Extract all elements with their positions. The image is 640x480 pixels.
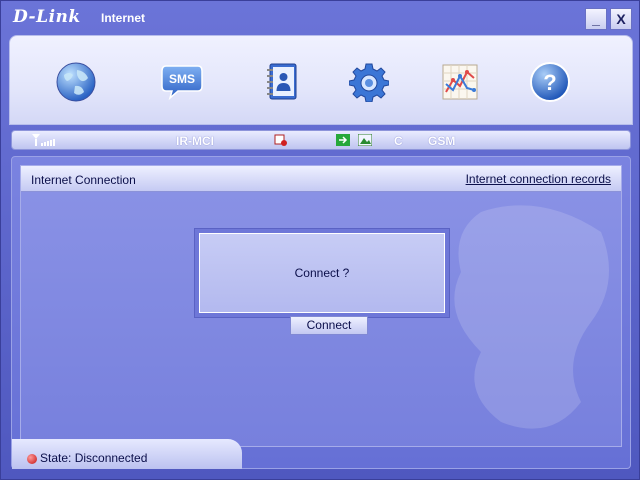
signal-strength-icon bbox=[32, 134, 55, 146]
toolbar-statistics-button[interactable] bbox=[438, 60, 482, 104]
network-type: GSM bbox=[428, 134, 456, 148]
internet-panel: Internet Connection Internet connection … bbox=[11, 156, 631, 469]
toolbar-internet-button[interactable] bbox=[54, 60, 98, 104]
connection-area: Internet Connection Internet connection … bbox=[20, 165, 622, 447]
connect-prompt-text: Connect ? bbox=[199, 233, 445, 313]
line-chart-icon bbox=[442, 64, 478, 100]
sms-label: SMS bbox=[169, 72, 195, 86]
world-map-watermark bbox=[454, 205, 609, 429]
data-transfer-icon bbox=[336, 134, 350, 146]
message-indicator-icon bbox=[358, 134, 372, 146]
main-toolbar: SMS ? bbox=[9, 35, 633, 125]
panel-header: Internet Connection Internet connection … bbox=[21, 166, 621, 192]
title-bar[interactable]: D-Link Internet _ X bbox=[1, 1, 640, 35]
toolbar-settings-button[interactable] bbox=[347, 60, 391, 104]
disconnected-status-icon bbox=[27, 454, 37, 464]
phonebook-icon bbox=[267, 63, 297, 100]
app-window: D-Link Internet _ X SMS ? IR-MCI C GSM I… bbox=[0, 0, 640, 480]
toolbar-sms-button[interactable]: SMS bbox=[160, 60, 204, 104]
sms-bubble-icon: SMS bbox=[161, 65, 203, 101]
minimize-button[interactable]: _ bbox=[585, 8, 607, 30]
close-button[interactable]: X bbox=[610, 8, 632, 30]
window-title: Internet bbox=[101, 11, 146, 25]
panel-title: Internet Connection bbox=[31, 173, 136, 187]
gear-icon bbox=[349, 63, 389, 102]
connection-state-label: State: Disconnected bbox=[40, 451, 148, 465]
connect-button[interactable]: Connect bbox=[290, 316, 368, 335]
brand-logo: D-Link bbox=[13, 7, 81, 27]
toolbar-help-button[interactable]: ? bbox=[528, 60, 572, 104]
operator-name: IR-MCI bbox=[176, 134, 214, 148]
device-status-strip: IR-MCI C GSM bbox=[11, 130, 631, 150]
help-icon: ? bbox=[530, 62, 570, 102]
help-label: ? bbox=[543, 70, 556, 95]
connection-records-link[interactable]: Internet connection records bbox=[466, 172, 611, 186]
connect-prompt-box: Connect ? bbox=[194, 228, 450, 318]
sim-card-icon bbox=[274, 134, 287, 146]
toolbar-phonebook-button[interactable] bbox=[260, 60, 304, 104]
network-mode-letter: C bbox=[394, 134, 403, 148]
globe-icon bbox=[56, 62, 96, 102]
